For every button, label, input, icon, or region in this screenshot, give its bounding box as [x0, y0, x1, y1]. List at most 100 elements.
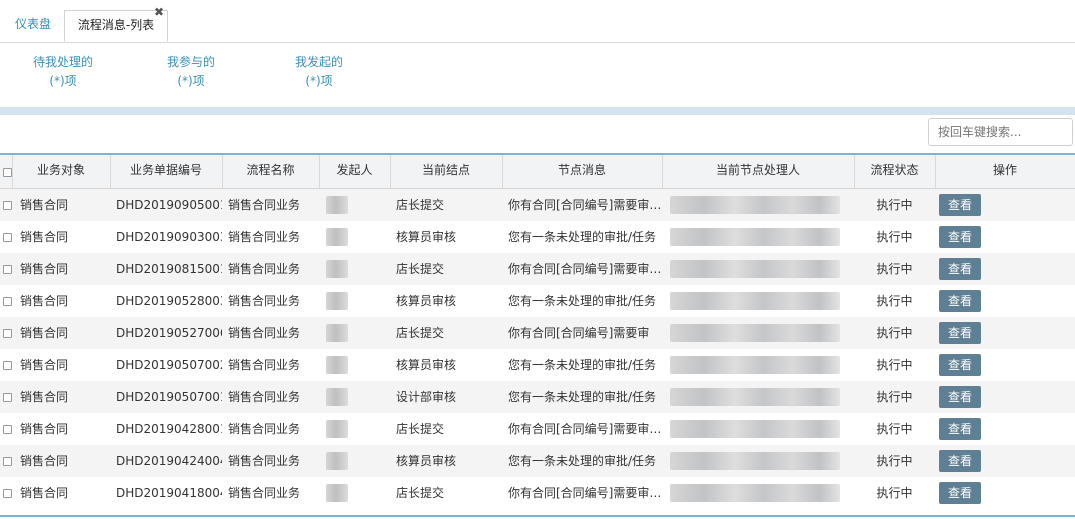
tab-dashboard[interactable]: 仪表盘: [4, 10, 62, 41]
cell-process-name: 销售合同业务: [228, 486, 301, 500]
cell-current-node: 店长提交: [396, 422, 445, 436]
select-all-checkbox[interactable]: [3, 168, 12, 177]
cell-initiator: [319, 253, 390, 285]
view-button[interactable]: 查看: [939, 194, 981, 216]
view-button[interactable]: 查看: [939, 290, 981, 312]
summary-participated[interactable]: 我参与的 (*)项: [157, 53, 225, 91]
view-button[interactable]: 查看: [939, 354, 981, 376]
cell-node-message: 您有一条未处理的审批/任务: [508, 230, 657, 244]
cell-node-handler: [662, 189, 854, 221]
table-row[interactable]: 销售合同 DHD20190903003 销售合同业务 核算员审核 您有一条未处理的审批/…: [0, 221, 1075, 253]
row-checkbox-cell: [0, 253, 12, 285]
cell-business-object: 销售合同: [20, 358, 69, 372]
table-row[interactable]: 销售合同 DHD20190905001 销售合同业务 店长提交 你有合同[合同编号]需要…: [0, 189, 1075, 221]
cell-process-status: 执行中: [876, 486, 913, 500]
cell-business-object: 销售合同: [20, 454, 69, 468]
summary-title: 待我处理的: [32, 55, 93, 69]
cell-current-node: 核算员审核: [396, 358, 457, 372]
row-checkbox[interactable]: [3, 329, 12, 338]
cell-process-name: 销售合同业务: [228, 358, 301, 372]
cell-node-message: 你有合同[合同编号]需要审: [508, 326, 650, 340]
column-header: 操作: [992, 163, 1017, 177]
table-row[interactable]: 销售合同 DHD20190507001 销售合同业务 设计部审核 您有一条未处理的审批/…: [0, 381, 1075, 413]
cell-document-number: DHD20190507001: [116, 390, 222, 404]
close-icon[interactable]: ✖: [154, 5, 164, 19]
section-divider: [0, 107, 1075, 115]
cell-initiator: [319, 349, 390, 381]
table-row[interactable]: 销售合同 DHD20190424004 销售合同业务 核算员审核 您有一条未处理的审批/…: [0, 445, 1075, 477]
cell-node-handler: [662, 253, 854, 285]
cell-initiator: [319, 381, 390, 413]
row-checkbox[interactable]: [3, 361, 12, 370]
redacted-handler: [670, 388, 840, 406]
cell-business-object: 销售合同: [20, 486, 69, 500]
cell-current-node: 核算员审核: [396, 294, 457, 308]
table-header: 业务对象 业务单据编号 流程名称 发起人 当前结点 节点消息 当前节点处理人 流…: [0, 155, 1075, 189]
cell-business-object: 销售合同: [20, 326, 69, 340]
row-checkbox[interactable]: [3, 457, 12, 466]
row-checkbox-cell: [0, 477, 12, 509]
row-checkbox-cell: [0, 413, 12, 445]
column-header: 流程名称: [222, 155, 320, 188]
row-checkbox[interactable]: [3, 425, 12, 434]
cell-initiator: [319, 221, 390, 253]
column-header: 当前结点: [390, 155, 503, 188]
column-header: 业务对象: [12, 155, 111, 188]
cell-actions: 查看: [935, 189, 1075, 221]
cell-business-object: 销售合同: [20, 422, 69, 436]
cell-process-status: 执行中: [876, 454, 913, 468]
cell-initiator: [319, 477, 390, 509]
view-button[interactable]: 查看: [939, 418, 981, 440]
cell-business-object: 销售合同: [20, 230, 69, 244]
row-checkbox[interactable]: [3, 201, 12, 210]
view-button[interactable]: 查看: [939, 450, 981, 472]
table-row[interactable]: 销售合同 DHD20190815001 销售合同业务 店长提交 你有合同[合同编号]需要…: [0, 253, 1075, 285]
summary-count: (*)项: [177, 74, 205, 88]
column-header: 流程状态: [854, 155, 936, 188]
redacted-initiator: [326, 388, 348, 406]
cell-document-number: DHD20190528003: [116, 294, 222, 308]
cell-document-number: DHD20190424004: [116, 454, 222, 468]
cell-business-object: 销售合同: [20, 198, 69, 212]
cell-node-handler: [662, 285, 854, 317]
cell-actions: 查看: [935, 221, 1075, 253]
search-input[interactable]: [928, 118, 1073, 146]
cell-node-handler: [662, 477, 854, 509]
cell-node-handler: [662, 445, 854, 477]
cell-node-handler: [662, 413, 854, 445]
row-checkbox[interactable]: [3, 297, 12, 306]
view-button[interactable]: 查看: [939, 482, 981, 504]
cell-actions: 查看: [935, 349, 1075, 381]
cell-business-object: 销售合同: [20, 390, 69, 404]
cell-business-object: 销售合同: [20, 262, 69, 276]
redacted-handler: [670, 420, 840, 438]
view-button[interactable]: 查看: [939, 258, 981, 280]
summary-initiated[interactable]: 我发起的 (*)项: [284, 53, 354, 91]
redacted-initiator: [326, 228, 348, 246]
cell-actions: 查看: [935, 445, 1075, 477]
tab-process-message-list[interactable]: 流程消息-列表 ✖: [64, 5, 168, 42]
redacted-handler: [670, 484, 840, 502]
cell-process-name: 销售合同业务: [228, 454, 301, 468]
row-checkbox[interactable]: [3, 393, 12, 402]
table-row[interactable]: 销售合同 DHD20190527006 销售合同业务 店长提交 你有合同[合同编号]需要…: [0, 317, 1075, 349]
cell-initiator: [319, 317, 390, 349]
row-checkbox[interactable]: [3, 489, 12, 498]
view-button[interactable]: 查看: [939, 226, 981, 248]
table-row[interactable]: 销售合同 DHD20190418004 销售合同业务 店长提交 你有合同[合同编号]需要…: [0, 477, 1075, 509]
cell-process-name: 销售合同业务: [228, 198, 301, 212]
cell-process-name: 销售合同业务: [228, 390, 301, 404]
cell-process-status: 执行中: [876, 198, 913, 212]
summary-pending[interactable]: 待我处理的 (*)项: [27, 53, 99, 91]
table-row[interactable]: 销售合同 DHD20190428001 销售合同业务 店长提交 你有合同[合同编号]需要…: [0, 413, 1075, 445]
cell-actions: 查看: [935, 477, 1075, 509]
view-button[interactable]: 查看: [939, 322, 981, 344]
row-checkbox[interactable]: [3, 233, 12, 242]
row-checkbox[interactable]: [3, 265, 12, 274]
table-row[interactable]: 销售合同 DHD20190507002 销售合同业务 核算员审核 您有一条未处理的审批/…: [0, 349, 1075, 381]
cell-node-message: 您有一条未处理的审批/任务: [508, 294, 657, 308]
redacted-handler: [670, 452, 840, 470]
view-button[interactable]: 查看: [939, 386, 981, 408]
table-row[interactable]: 销售合同 DHD20190528003 销售合同业务 核算员审核 您有一条未处理的审批/…: [0, 285, 1075, 317]
redacted-initiator: [326, 484, 348, 502]
